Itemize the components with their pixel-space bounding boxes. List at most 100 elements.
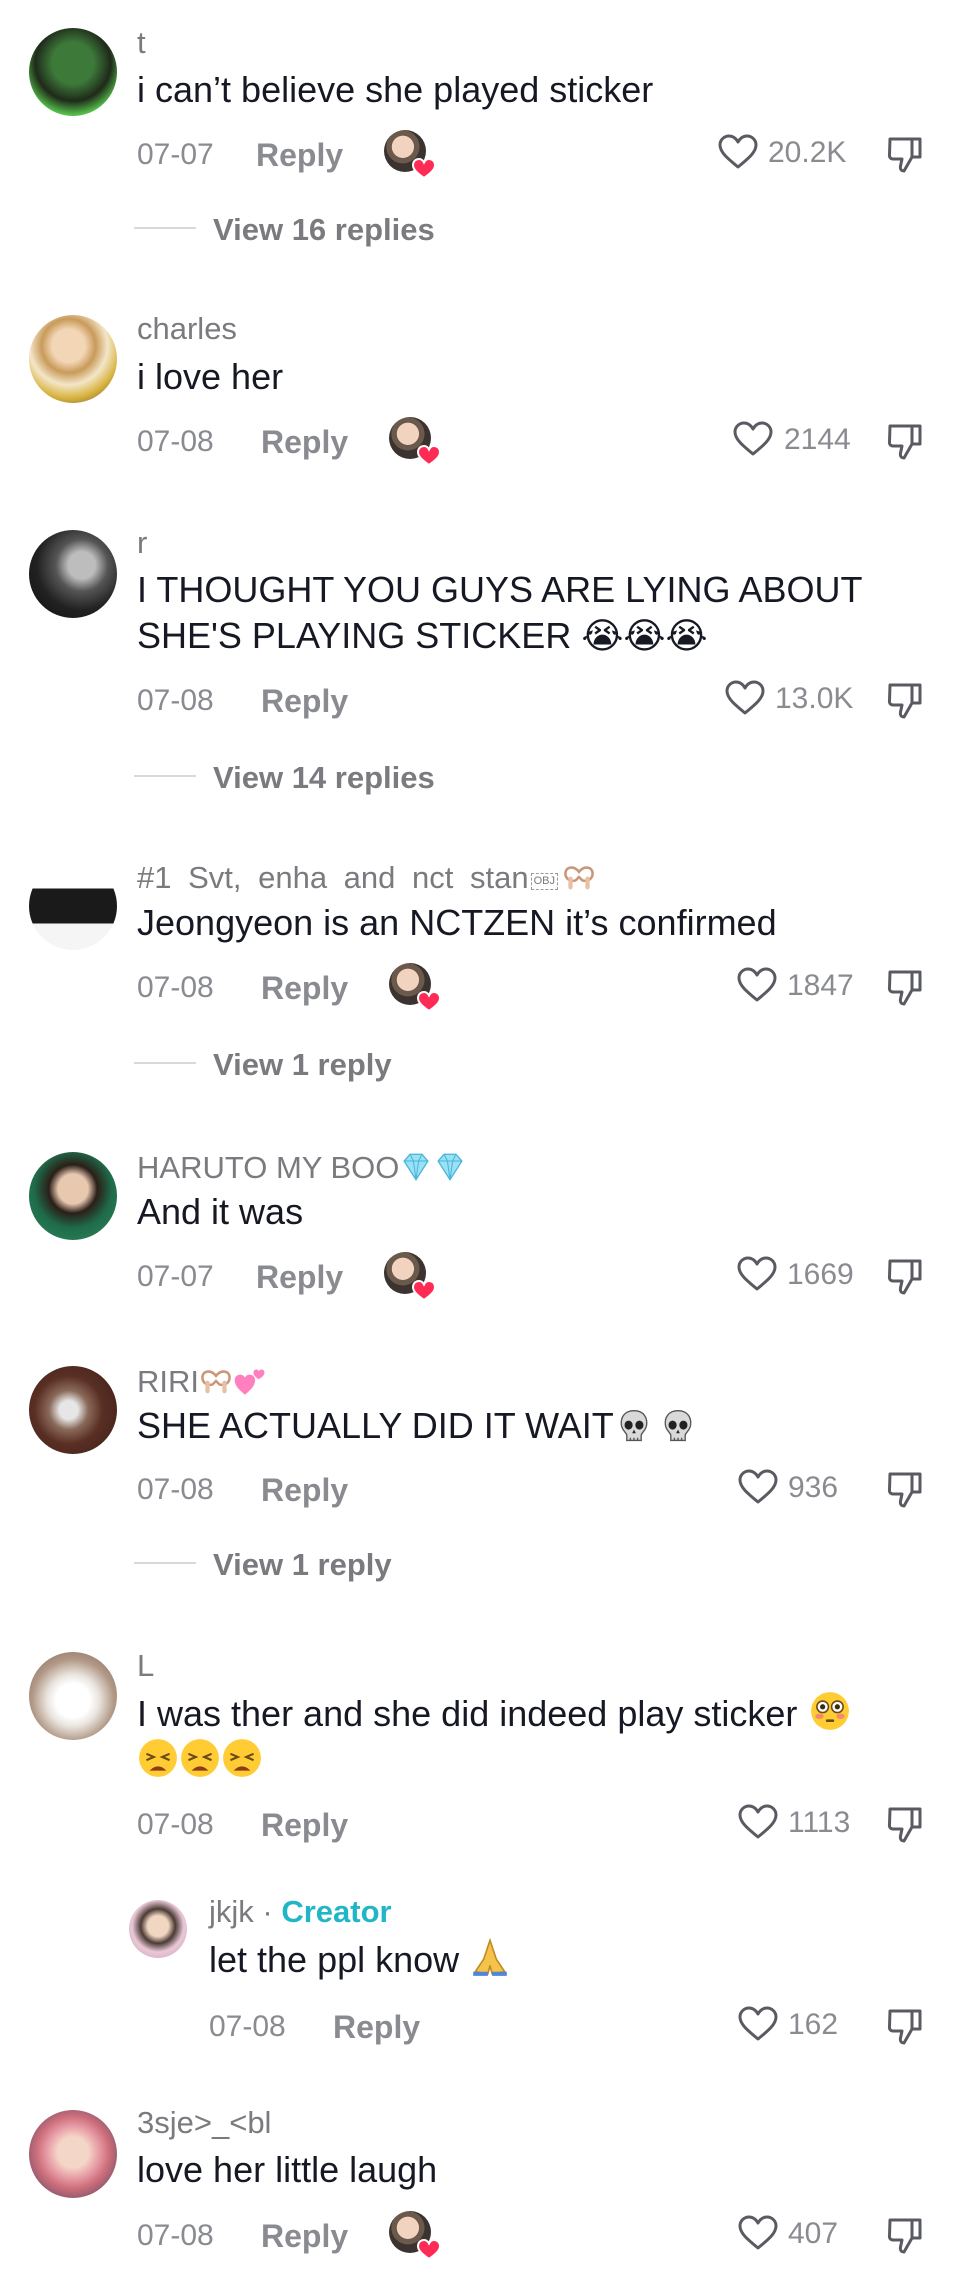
- comment-date: 07-07: [137, 1260, 214, 1293]
- view-replies-button[interactable]: View 16 replies: [213, 212, 435, 248]
- thumbs-down-outline-icon[interactable]: [884, 2214, 926, 2256]
- creator-tag: Creator: [281, 1894, 392, 1929]
- comment-text: love her little laugh: [137, 2149, 438, 2190]
- divider: [134, 1062, 196, 1064]
- comment-text-content: SHE ACTUALLY DID IT WAIT: [137, 1405, 614, 1446]
- heart-hands-emoji-icon: [562, 860, 596, 894]
- reply-button[interactable]: Reply: [256, 1261, 343, 1293]
- thumbs-down-outline-icon[interactable]: [884, 1255, 926, 1297]
- like-count: 13.0K: [775, 682, 854, 715]
- divider: [134, 1562, 196, 1564]
- avatar[interactable]: [29, 1366, 117, 1454]
- heart-outline-icon[interactable]: [738, 2215, 778, 2251]
- creator-separator: ·: [253, 1894, 282, 1929]
- avatar[interactable]: [29, 1152, 117, 1240]
- reply-button[interactable]: Reply: [261, 1809, 348, 1841]
- comment-date: 07-08: [137, 1473, 214, 1506]
- weary-emoji-icon: [137, 1737, 179, 1779]
- comment-username[interactable]: t: [137, 27, 146, 58]
- divider: [134, 775, 196, 777]
- comment-text: SHE ACTUALLY DID IT WAIT: [137, 1403, 696, 1449]
- avatar[interactable]: [29, 1652, 117, 1740]
- like-count: 162: [788, 2008, 839, 2041]
- thumbs-down-outline-icon[interactable]: [884, 420, 926, 462]
- reply-button[interactable]: Reply: [261, 972, 348, 1004]
- comment-text-line: [137, 1737, 263, 1784]
- creator-liked-badge-icon: [389, 417, 439, 467]
- thumbs-down-outline-icon[interactable]: [884, 2005, 926, 2047]
- reply-button[interactable]: Reply: [333, 2011, 420, 2043]
- gem-emoji-icon: [399, 1150, 433, 1184]
- comment-username[interactable]: L: [137, 1650, 154, 1681]
- comment-date: 07-08: [137, 425, 214, 458]
- gem-emoji-icon: [433, 1150, 467, 1184]
- comment-username[interactable]: r: [137, 527, 147, 558]
- comment-username[interactable]: 3sje>_<bl: [137, 2107, 271, 2138]
- folded-hands-emoji-icon: [469, 1936, 511, 1978]
- avatar[interactable]: [29, 315, 117, 403]
- skull-emoji-icon: [660, 1408, 696, 1444]
- avatar[interactable]: [29, 2110, 117, 2198]
- heart-outline-icon[interactable]: [733, 421, 773, 457]
- divider: [134, 227, 196, 229]
- heart-outline-icon[interactable]: [725, 680, 765, 716]
- creator-liked-badge-icon: [384, 130, 434, 180]
- comment-text-line: I was ther and she did indeed play stick…: [137, 1690, 851, 1737]
- reply-button[interactable]: Reply: [261, 426, 348, 458]
- like-count: 1669: [787, 1258, 854, 1291]
- weary-emoji-icon: [179, 1737, 221, 1779]
- comment-username[interactable]: RIRI: [137, 1364, 267, 1398]
- comment-text: i can’t believe she played sticker: [137, 69, 654, 110]
- reply-button[interactable]: Reply: [261, 2220, 348, 2252]
- thumbs-down-outline-icon[interactable]: [884, 1468, 926, 1510]
- comment-username-text: jkjk: [209, 1894, 254, 1929]
- thumbs-down-outline-icon[interactable]: [884, 679, 926, 721]
- two-hearts-emoji-icon: [233, 1364, 267, 1398]
- comment-text-content: I was ther and she did indeed play stick…: [137, 1693, 798, 1734]
- comment-username[interactable]: jkjk · Creator: [209, 1896, 392, 1927]
- reply-button[interactable]: Reply: [256, 139, 343, 171]
- heart-outline-icon[interactable]: [738, 1804, 778, 1840]
- view-replies-button[interactable]: View 1 reply: [213, 1547, 392, 1583]
- comment-username[interactable]: #1 Svt, enha and nct stan OBJ: [137, 860, 596, 894]
- avatar[interactable]: [29, 28, 117, 116]
- comment-username[interactable]: charles: [137, 313, 237, 344]
- avatar[interactable]: [29, 530, 117, 618]
- comment-username-text: #1 Svt, enha and nct stan: [137, 860, 529, 895]
- comment-username[interactable]: HARUTO MY BOO: [137, 1150, 467, 1184]
- like-count: 1113: [788, 1806, 851, 1839]
- comment-date: 07-08: [137, 1808, 214, 1841]
- view-replies-button[interactable]: View 1 reply: [213, 1047, 392, 1083]
- creator-liked-badge-icon: [384, 1252, 434, 1302]
- comment-text-line: SHE'S PLAYING STICKER 😭😭😭: [137, 615, 708, 656]
- comment-username-text: HARUTO MY BOO: [137, 1150, 400, 1185]
- comment-date: 07-08: [137, 2219, 214, 2252]
- avatar[interactable]: [129, 1900, 187, 1958]
- obj-box: OBJ: [530, 873, 558, 890]
- heart-outline-icon[interactable]: [738, 1469, 778, 1505]
- like-count: 2144: [784, 423, 851, 456]
- heart-hands-emoji-icon: [199, 1364, 233, 1398]
- skull-emoji-icon: [616, 1408, 652, 1444]
- comment-date: 07-08: [137, 684, 214, 717]
- heart-outline-icon[interactable]: [718, 134, 758, 170]
- heart-outline-icon[interactable]: [737, 967, 777, 1003]
- weary-emoji-icon: [221, 1737, 263, 1779]
- comment-text: And it was: [137, 1191, 304, 1232]
- heart-outline-icon[interactable]: [738, 2006, 778, 2042]
- view-replies-button[interactable]: View 14 replies: [213, 760, 435, 796]
- comment-text-content: let the ppl know: [209, 1939, 460, 1980]
- comment-text: Jeongyeon is an NCTZEN it’s confirmed: [137, 902, 777, 943]
- heart-outline-icon[interactable]: [737, 1256, 777, 1292]
- reply-button[interactable]: Reply: [261, 1474, 348, 1506]
- avatar[interactable]: [29, 862, 117, 950]
- thumbs-down-outline-icon[interactable]: [884, 966, 926, 1008]
- thumbs-down-outline-icon[interactable]: [884, 133, 926, 175]
- comment-username-text: RIRI: [137, 1364, 199, 1399]
- like-count: 936: [788, 1471, 839, 1504]
- like-count: 1847: [787, 969, 854, 1002]
- like-count: 407: [788, 2217, 839, 2250]
- reply-button[interactable]: Reply: [261, 685, 348, 717]
- thumbs-down-outline-icon[interactable]: [884, 1803, 926, 1845]
- comment-text: i love her: [137, 356, 284, 397]
